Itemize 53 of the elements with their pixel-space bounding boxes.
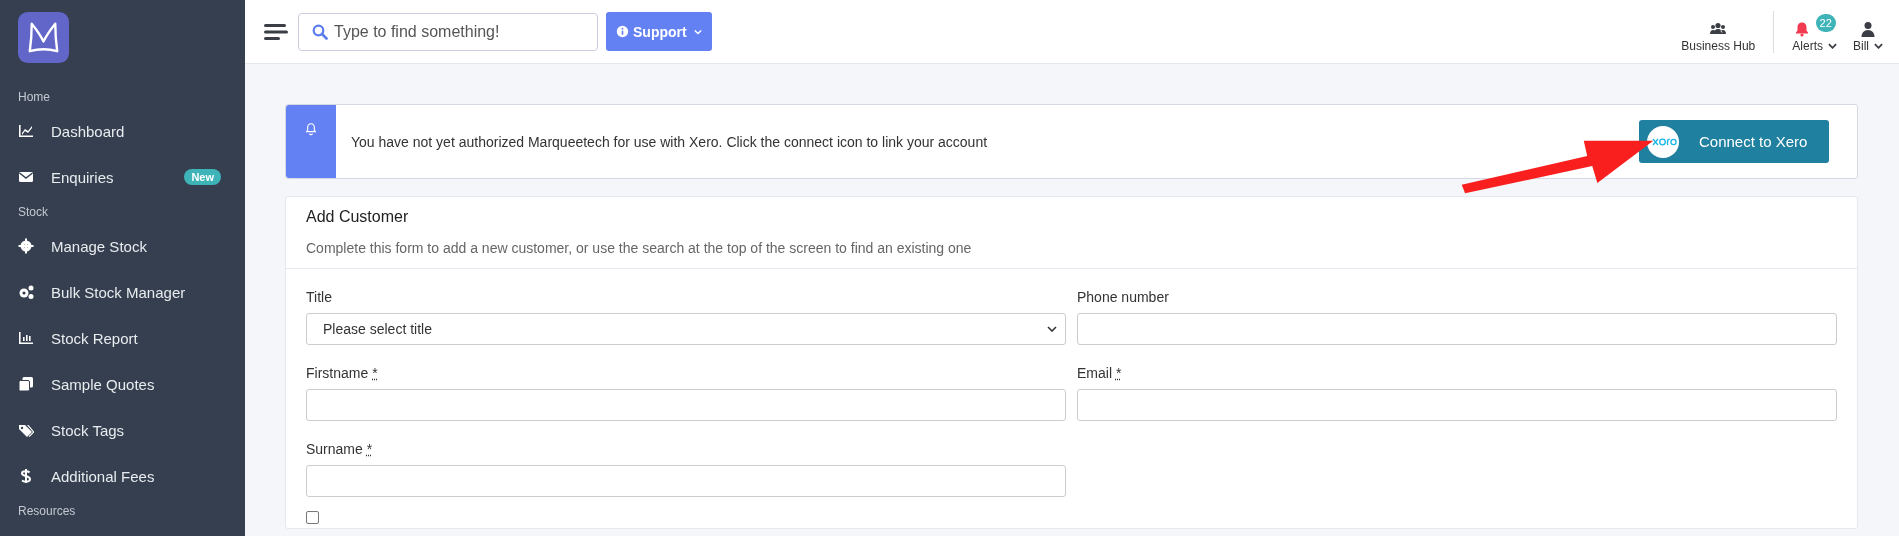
sidebar-section-heading: Resources: [18, 503, 77, 519]
bell-icon: [304, 122, 318, 136]
field-label: Phone number: [1077, 289, 1170, 305]
sidebar-item[interactable]: Dashboard: [18, 108, 245, 154]
card-title: Add Customer: [306, 208, 410, 226]
chart-icon: [18, 123, 34, 139]
sidebar-item[interactable]: Bulk Stock Manager: [18, 269, 245, 315]
search-icon: [312, 23, 328, 40]
mail-icon: [18, 169, 34, 185]
field-label: Firstname *: [306, 365, 379, 381]
checkbox[interactable]: [306, 511, 319, 524]
text-input[interactable]: [1077, 313, 1837, 345]
sidebar-section-heading: Stock: [18, 204, 49, 220]
gears-icon: [18, 284, 34, 300]
chevron-down-icon: [1047, 326, 1057, 332]
users-icon: [1710, 20, 1727, 37]
connect-to-xero-button[interactable]: Connect to Xero: [1639, 120, 1829, 163]
sidebar-item[interactable]: Stock Report: [18, 315, 245, 361]
sidebar-item[interactable]: Enquiries New: [18, 154, 245, 200]
text-input[interactable]: [306, 389, 1066, 421]
alerts-menu[interactable]: 22 Alerts: [1784, 10, 1845, 53]
field-label: Surname *: [306, 441, 374, 457]
user-icon: [1860, 20, 1876, 37]
text-input[interactable]: [1077, 389, 1837, 421]
circular-logo-icon: [1647, 125, 1679, 158]
menu-icon[interactable]: [264, 22, 288, 41]
sidebar-item[interactable]: Sample Quotes: [18, 361, 245, 407]
text-input[interactable]: [306, 465, 1066, 497]
caret-icon: [1828, 42, 1837, 49]
bell-icon: [1793, 20, 1810, 37]
app-logo-icon[interactable]: [18, 12, 69, 63]
sidebar-section-heading: Home: [18, 89, 51, 105]
sidebar-item[interactable]: Additional Fees: [18, 453, 245, 499]
card-subtitle: Complete this form to add a new customer, or use the search at the top of the screen to find an existing one: [306, 240, 973, 256]
user-menu[interactable]: Bill: [1845, 10, 1891, 53]
dollar-icon: [18, 468, 34, 484]
title-select[interactable]: Please select title: [306, 313, 1066, 345]
sidebar-item[interactable]: Manage Stock: [18, 223, 245, 269]
search-field[interactable]: Type to find something!: [298, 12, 598, 51]
support-button[interactable]: Support: [606, 12, 712, 51]
tags-icon: [18, 422, 34, 438]
count-badge: 22: [1815, 13, 1836, 32]
business-hub-link[interactable]: Business Hub: [1673, 10, 1764, 53]
field-label: Email *: [1077, 365, 1123, 381]
caret-icon: [693, 28, 702, 35]
new-badge: New: [184, 169, 221, 185]
field-label: Title: [306, 289, 333, 305]
sidebar-item[interactable]: Stock Tags: [18, 407, 245, 453]
bars-icon: [18, 330, 34, 346]
info-icon: [616, 25, 629, 38]
copies-icon: [18, 376, 34, 392]
alert-message: You have not yet authorized Marqueetech for use with Xero. Click the connect icon to link your account: [351, 133, 989, 150]
caret-icon: [1874, 42, 1883, 49]
